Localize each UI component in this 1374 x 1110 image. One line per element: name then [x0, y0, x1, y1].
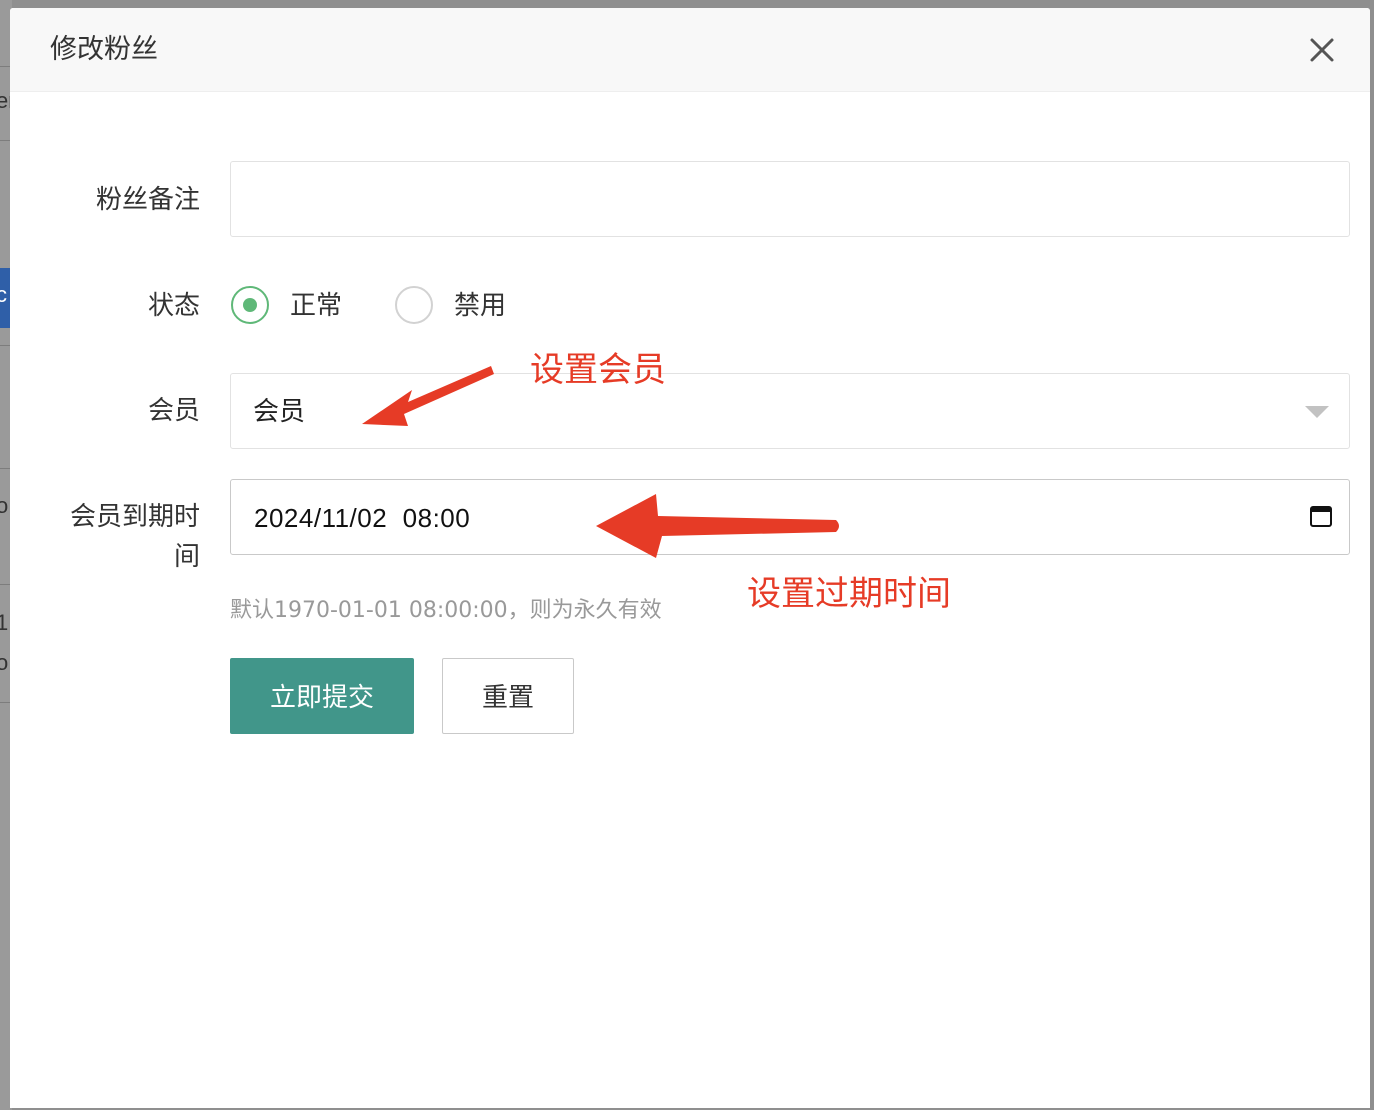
- submit-button[interactable]: 立即提交: [230, 658, 414, 734]
- expire-help-text: 默认1970-01-01 08:00:00，则为永久有效: [230, 598, 662, 623]
- status-radio-normal[interactable]: 正常: [231, 286, 351, 328]
- background-text: c: [0, 282, 7, 307]
- status-row: 状态 正常 禁用: [10, 286, 1370, 328]
- remark-row: 粉丝备注: [10, 161, 1370, 237]
- member-annotation: 设置会员: [530, 350, 666, 390]
- background-text: o: [0, 493, 9, 518]
- dialog-title: 修改粉丝: [50, 34, 158, 65]
- member-label: 会员: [147, 396, 200, 426]
- remark-label: 粉丝备注: [95, 185, 200, 215]
- expire-datetime-value: 2024/11/02 08:00: [254, 503, 471, 533]
- reset-button[interactable]: 重置: [442, 658, 574, 734]
- caret-down-icon: [1305, 406, 1329, 418]
- close-icon[interactable]: [1306, 34, 1338, 66]
- remark-input[interactable]: [230, 161, 1350, 237]
- expire-label-line1: 会员到期时: [69, 502, 200, 532]
- member-annotation-arrow: [362, 366, 494, 426]
- status-radio-disabled[interactable]: 禁用: [395, 286, 515, 328]
- background-text: o: [0, 650, 9, 675]
- expire-annotation-arrow: [596, 494, 839, 558]
- member-select-value: 会员: [253, 397, 306, 427]
- radio-checked-icon: [231, 286, 269, 324]
- radio-unchecked-icon: [395, 286, 433, 324]
- expire-annotation: 设置过期时间: [747, 574, 951, 614]
- edit-fan-dialog: 修改粉丝 粉丝备注 状态 正常 禁用 会员 会员 会员到期时 间 2024/11…: [10, 8, 1370, 1108]
- status-label: 状态: [147, 291, 200, 321]
- expire-label-line2: 间: [173, 542, 200, 572]
- expire-label: 会员到期时 间: [40, 497, 200, 577]
- dialog-header: 修改粉丝: [10, 8, 1370, 92]
- background-text: 1: [0, 610, 9, 635]
- calendar-icon[interactable]: [1309, 504, 1333, 528]
- status-option-label: 正常: [290, 291, 343, 321]
- status-option-label: 禁用: [454, 291, 507, 321]
- member-row: 会员 会员: [10, 373, 1370, 449]
